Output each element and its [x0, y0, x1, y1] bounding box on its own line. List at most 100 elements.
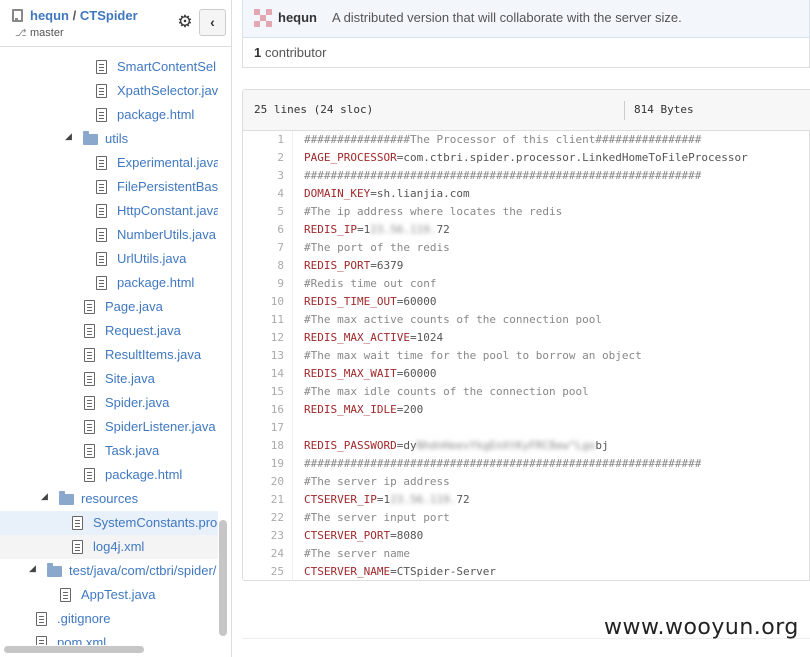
code-token: =60000 — [396, 295, 437, 308]
line-number[interactable]: 10 — [243, 293, 284, 311]
gear-icon[interactable]: ⚙ — [176, 13, 194, 31]
tree-folder[interactable]: ◢ utils — [0, 127, 218, 151]
file-icon — [36, 636, 47, 645]
redacted-value: NhdnHeevYkgEnXtKyFRC8ew^Lgo — [416, 439, 596, 452]
code-text: REDIS_IP=123.56.119.72 — [304, 221, 450, 239]
code-line: 1 ################The Processor of this c… — [243, 131, 810, 149]
line-number[interactable]: 20 — [243, 473, 284, 491]
file-icon — [84, 420, 95, 434]
tree-file[interactable]: .gitignore — [0, 607, 218, 631]
code-key: REDIS_IP — [304, 223, 357, 236]
tree-file[interactable]: ResultItems.java — [0, 343, 218, 367]
tree-file[interactable]: package.html — [0, 271, 218, 295]
line-number[interactable]: 3 — [243, 167, 284, 185]
tree-file[interactable]: log4j.xml — [0, 535, 218, 559]
code-line: 23 CTSERVER_PORT=8080 — [243, 527, 810, 545]
line-number[interactable]: 9 — [243, 275, 284, 293]
line-number[interactable]: 14 — [243, 365, 284, 383]
tree-file[interactable]: AppTest.java — [0, 583, 218, 607]
line-number[interactable]: 2 — [243, 149, 284, 167]
tree-item-label: XpathSelector.java — [117, 83, 218, 98]
line-number[interactable]: 19 — [243, 455, 284, 473]
code-text: #The server name — [304, 545, 410, 563]
tree-file[interactable]: Task.java — [0, 439, 218, 463]
line-number[interactable]: 1 — [243, 131, 284, 149]
expand-arrow-icon[interactable]: ◢ — [29, 563, 36, 574]
tree-file[interactable]: Request.java — [0, 319, 218, 343]
line-number[interactable]: 16 — [243, 401, 284, 419]
line-number[interactable]: 24 — [243, 545, 284, 563]
line-number[interactable]: 5 — [243, 203, 284, 221]
line-number[interactable]: 4 — [243, 185, 284, 203]
horizontal-scrollbar[interactable] — [4, 646, 144, 653]
code-text: REDIS_PASSWORD=dyNhdnHeevYkgEnXtKyFRC8ew… — [304, 437, 609, 455]
tree-file[interactable]: SpiderListener.java — [0, 415, 218, 439]
file-icon — [60, 588, 71, 602]
line-number[interactable]: 17 — [243, 419, 284, 437]
line-number[interactable]: 25 — [243, 563, 284, 581]
line-number[interactable]: 11 — [243, 311, 284, 329]
tree-file[interactable]: XpathSelector.java — [0, 79, 218, 103]
tree-file[interactable]: UrlUtils.java — [0, 247, 218, 271]
tree-folder[interactable]: ◢ test/java/com/ctbri/spider/ — [0, 559, 218, 583]
redacted-value: 23.56.119. — [390, 493, 457, 506]
file-icon — [84, 372, 95, 386]
code-token: #The max idle counts of the connection p… — [304, 385, 589, 398]
repo-title[interactable]: hequn / CTSpider — [30, 8, 138, 23]
code-text: #The max active counts of the connection… — [304, 311, 602, 329]
latest-commit-bar: hequn A distributed version that will co… — [242, 0, 810, 38]
tree-file[interactable]: package.html — [0, 103, 218, 127]
code-text: CTSERVER_PORT=8080 — [304, 527, 423, 545]
contributors-bar[interactable]: 1 contributor — [242, 38, 810, 68]
vertical-scrollbar[interactable] — [219, 520, 227, 636]
line-number[interactable]: 18 — [243, 437, 284, 455]
line-number[interactable]: 21 — [243, 491, 284, 509]
tree-file[interactable]: NumberUtils.java — [0, 223, 218, 247]
tree-item-label: SystemConstants.pro — [93, 515, 218, 530]
tree-file[interactable]: Site.java — [0, 367, 218, 391]
code-token: #The server name — [304, 547, 410, 560]
line-number[interactable]: 6 — [243, 221, 284, 239]
tree-folder[interactable]: ◢ resources — [0, 487, 218, 511]
file-icon — [96, 252, 107, 266]
tree-file[interactable]: Spider.java — [0, 391, 218, 415]
line-number[interactable]: 15 — [243, 383, 284, 401]
tree-file[interactable]: Page.java — [0, 295, 218, 319]
branch-name[interactable]: master — [30, 27, 64, 39]
code-line: 25 CTSERVER_NAME=CTSpider-Server — [243, 563, 810, 581]
code-key: REDIS_MAX_WAIT — [304, 367, 397, 380]
tree-file[interactable]: pom.xml — [0, 631, 218, 645]
line-number[interactable]: 13 — [243, 347, 284, 365]
commit-message[interactable]: A distributed version that will collabor… — [332, 10, 682, 25]
tree-item-label: resources — [81, 491, 139, 506]
tree-file[interactable]: FilePersistentBas — [0, 175, 218, 199]
avatar[interactable] — [254, 9, 272, 27]
commit-author-link[interactable]: hequn — [278, 10, 317, 25]
code-key: CTSERVER_IP — [304, 493, 377, 506]
tree-item-label: .gitignore — [57, 611, 111, 626]
line-number[interactable]: 22 — [243, 509, 284, 527]
line-number[interactable]: 12 — [243, 329, 284, 347]
line-number[interactable]: 8 — [243, 257, 284, 275]
folder-icon — [47, 563, 62, 577]
tree-file[interactable]: SmartContentSel — [0, 55, 218, 79]
tree-file[interactable]: package.html — [0, 463, 218, 487]
line-number[interactable]: 23 — [243, 527, 284, 545]
expand-arrow-icon[interactable]: ◢ — [65, 131, 72, 142]
redacted-value: 23.56.119. — [370, 223, 437, 236]
tree-item-label: NumberUtils.java — [117, 227, 216, 242]
line-number[interactable]: 7 — [243, 239, 284, 257]
tree-file[interactable]: HttpConstant.java — [0, 199, 218, 223]
expand-arrow-icon[interactable]: ◢ — [41, 491, 48, 502]
chevron-left-icon: ‹ — [210, 14, 215, 30]
file-size: 814 Bytes — [634, 103, 694, 116]
tree-file[interactable]: Experimental.java — [0, 151, 218, 175]
repo-name-link[interactable]: CTSpider — [80, 8, 138, 23]
tree-item-label: log4j.xml — [93, 539, 145, 554]
tree-file[interactable]: SystemConstants.pro — [0, 511, 218, 535]
code-text: ################The Processor of this cl… — [304, 131, 701, 149]
code-key: REDIS_PASSWORD — [304, 439, 397, 452]
repo-owner-link[interactable]: hequn — [30, 8, 69, 23]
collapse-sidebar-button[interactable]: ‹ — [199, 9, 226, 36]
code-key: CTSERVER_NAME — [304, 565, 391, 578]
